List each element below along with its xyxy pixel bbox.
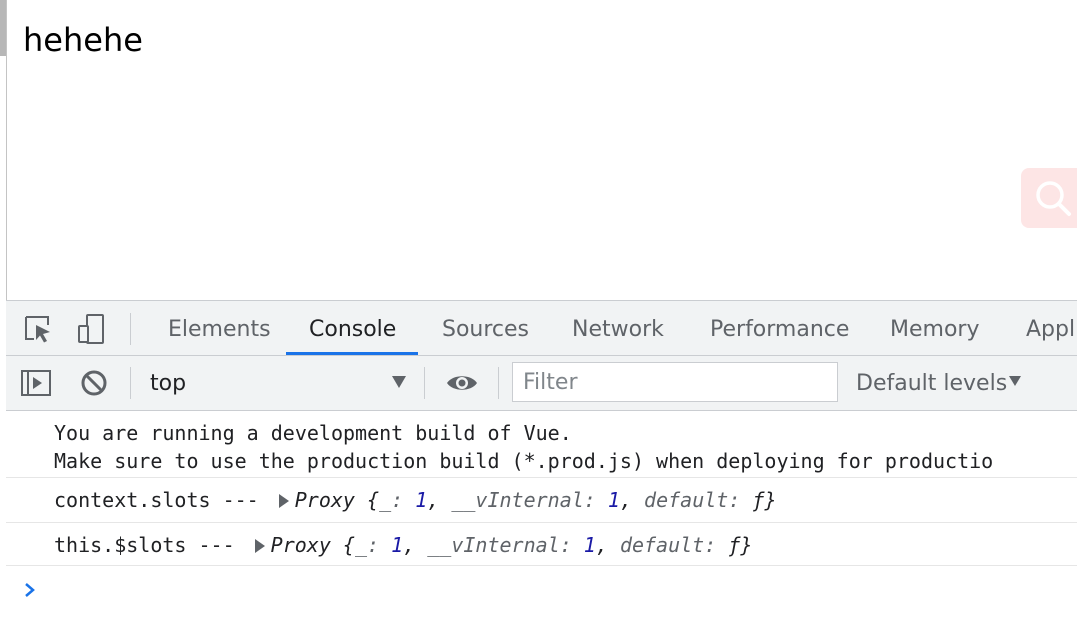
object-key: __vInternal xyxy=(427,533,560,557)
object-value: 1 xyxy=(415,488,428,512)
devtools-panel: Elements Console Sources Network Perform… xyxy=(6,300,1077,632)
object-key: default xyxy=(644,488,729,512)
console-filter-input[interactable] xyxy=(512,362,838,402)
object-open-brace: { xyxy=(342,533,355,557)
page-viewport: hehehe xyxy=(0,0,1077,300)
object-value: 1 xyxy=(391,533,404,557)
page-left-edge xyxy=(0,0,7,300)
active-tab-indicator xyxy=(286,352,418,355)
toolbar-divider xyxy=(498,367,499,399)
object-type: Proxy xyxy=(270,533,331,557)
tab-performance[interactable]: Performance xyxy=(710,301,849,355)
page-heading: hehehe xyxy=(23,21,143,59)
console-log-line: context.slots --- Proxy {_: 1, __vIntern… xyxy=(54,486,777,514)
chevron-right-icon[interactable] xyxy=(24,579,36,603)
console-message-text: You are running a development build of V… xyxy=(54,421,572,445)
expand-triangle-icon[interactable] xyxy=(254,539,265,553)
log-prefix: context.slots --- xyxy=(54,488,271,512)
object-type: Proxy xyxy=(294,488,355,512)
object-value: 1 xyxy=(583,533,596,557)
object-key: default xyxy=(619,533,705,557)
console-message-text: Make sure to use the production build (*… xyxy=(54,449,994,473)
search-floating-button[interactable] xyxy=(1021,168,1077,228)
tab-elements[interactable]: Elements xyxy=(168,301,271,355)
live-expression-eye-icon[interactable] xyxy=(446,367,478,399)
object-value: ƒ xyxy=(752,488,765,512)
toolbar-divider xyxy=(130,313,131,345)
tab-sources[interactable]: Sources xyxy=(442,301,529,355)
object-value: ƒ xyxy=(728,533,741,557)
object-value: 1 xyxy=(607,488,620,512)
console-log-line: this.$slots --- Proxy {_: 1, __vInternal… xyxy=(54,531,752,559)
object-preview[interactable]: Proxy {_: 1, __vInternal: 1, default: ƒ} xyxy=(295,488,777,512)
tab-memory[interactable]: Memory xyxy=(890,301,979,355)
context-selector-value: top xyxy=(150,371,187,396)
show-sidebar-icon[interactable] xyxy=(20,367,52,399)
chevron-down-icon xyxy=(1009,376,1021,386)
log-prefix: this.$slots --- xyxy=(54,533,247,557)
clear-console-icon[interactable] xyxy=(78,367,110,399)
object-close-brace: } xyxy=(764,488,777,512)
log-levels-label: Default levels xyxy=(856,371,1008,396)
tab-network[interactable]: Network xyxy=(572,301,664,355)
context-selector[interactable]: top xyxy=(149,356,414,410)
inspect-element-icon[interactable] xyxy=(22,313,54,345)
toolbar-divider xyxy=(130,367,131,399)
toolbar-divider xyxy=(424,367,425,399)
console-toolbar: top Default levels xyxy=(6,356,1077,411)
page-scroll-stub xyxy=(0,0,6,56)
console-message-log: this.$slots --- Proxy {_: 1, __vInternal… xyxy=(6,523,1077,566)
object-key: __vInternal xyxy=(451,488,584,512)
dropdown-arrow-icon xyxy=(392,376,406,388)
search-icon xyxy=(1036,181,1071,216)
object-key: _ xyxy=(379,488,392,512)
tab-application[interactable]: Appli xyxy=(1026,301,1077,355)
object-close-brace: } xyxy=(740,533,753,557)
object-preview[interactable]: Proxy {_: 1, __vInternal: 1, default: ƒ} xyxy=(271,533,753,557)
console-message-log: context.slots --- Proxy {_: 1, __vIntern… xyxy=(6,478,1077,523)
console-message-vue-warning: You are running a development build of V… xyxy=(6,411,1077,478)
tab-console[interactable]: Console xyxy=(309,301,396,355)
expand-triangle-icon[interactable] xyxy=(278,494,289,508)
device-toolbar-icon[interactable] xyxy=(76,313,108,345)
console-output: You are running a development build of V… xyxy=(6,411,1077,632)
object-open-brace: { xyxy=(367,488,380,512)
devtools-tabbar: Elements Console Sources Network Perform… xyxy=(6,301,1077,356)
object-key: _ xyxy=(354,533,368,557)
